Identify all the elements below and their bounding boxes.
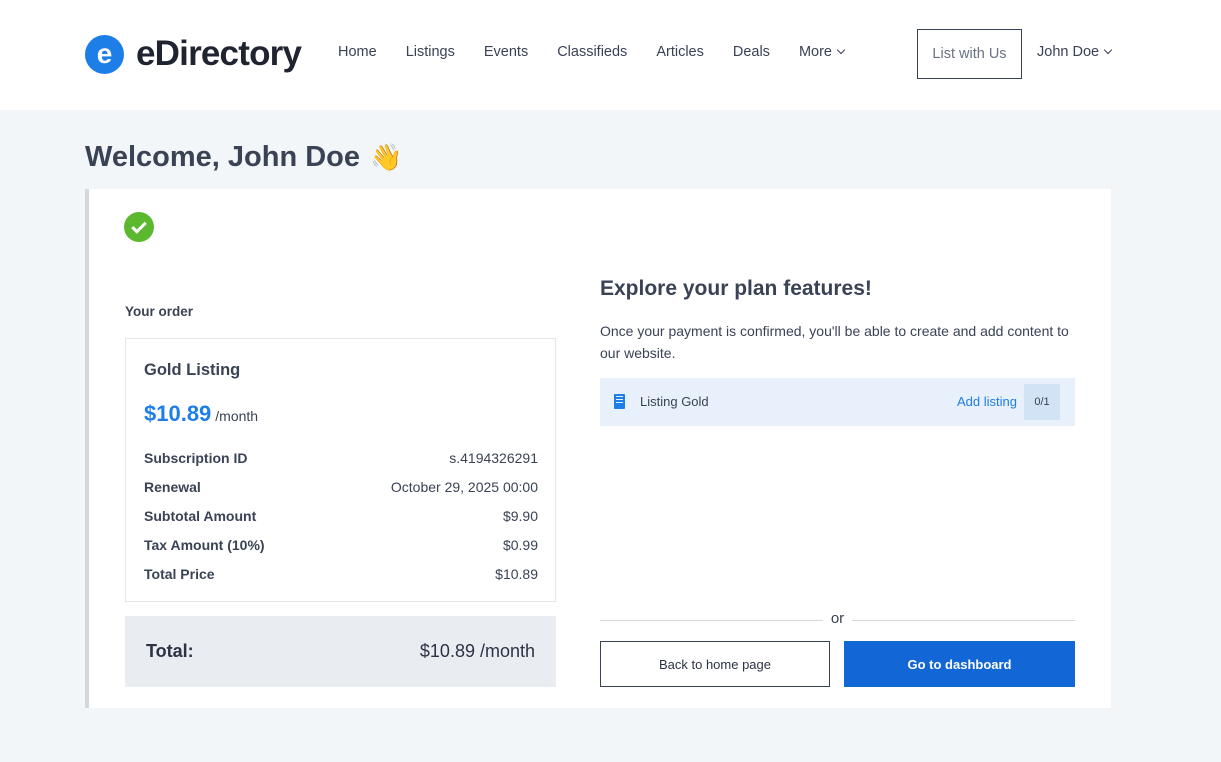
logo-text: eDirectory [136,34,302,73]
order-row-value: $0.99 [502,536,538,553]
order-row-label: Renewal [144,478,201,495]
order-row-tax: Tax Amount (10%) $0.99 [144,530,538,559]
waving-hand-icon: 👋 [370,142,403,172]
nav-item-home[interactable]: Home [338,44,377,60]
building-icon [614,394,625,409]
nav-item-deals[interactable]: Deals [733,44,770,60]
chevron-down-icon [1103,45,1113,55]
chevron-down-icon [836,45,846,55]
logo-icon: e [85,34,124,74]
plan-price-period: /month [215,408,259,424]
nav-more-label: More [798,44,832,60]
user-name: John Doe [1037,44,1100,60]
order-row-value: s.4194326291 [449,449,538,466]
site-logo[interactable]: e eDirectory [85,34,302,74]
plan-price-amount: $10.89 [144,401,212,426]
order-summary: Gold Listing $10.89 /month Subscription … [125,338,556,602]
check-circle-icon [124,212,154,242]
total-value: $10.89 /month [419,641,535,661]
main-nav: Home Listings Events Classifieds Article… [338,44,873,60]
plan-price: $10.89 /month [144,401,258,427]
explore-description: Once your payment is confirmed, you'll b… [600,323,1069,361]
your-order-label: Your order [125,304,194,319]
order-details: Subscription ID s.4194326291 Renewal Oct… [144,443,538,588]
nav-item-listings[interactable]: Listings [406,44,455,60]
order-total-bar: Total: $10.89 /month [125,616,556,687]
add-listing-link[interactable]: Add listing [957,394,1017,409]
feature-usage-count: 0/1 [1024,384,1060,420]
feature-name: Listing Gold [640,394,709,409]
nav-item-events[interactable]: Events [484,44,528,60]
plan-name: Gold Listing [144,361,241,379]
go-to-dashboard-button[interactable]: Go to dashboard [844,641,1075,687]
order-row-value: $10.89 [495,565,538,582]
order-row-subtotal: Subtotal Amount $9.90 [144,501,538,530]
nav-item-more[interactable]: More [798,44,846,60]
order-row-label: Subtotal Amount [144,507,257,524]
order-row-label: Total Price [144,565,215,582]
order-row-label: Subscription ID [144,449,248,466]
user-menu[interactable]: John Doe [1037,44,1113,60]
welcome-text: Welcome, John Doe [85,141,361,173]
order-row-label: Tax Amount (10%) [144,536,265,553]
page-title: Welcome, John Doe 👋 [85,141,402,174]
order-row-value: October 29, 2025 00:00 [390,478,538,495]
site-header: e eDirectory Home Listings Events Classi… [0,0,1221,110]
total-label: Total: [146,641,194,661]
plan-feature-item: Listing Gold Add listing 0/1 [600,378,1075,426]
nav-item-classifieds[interactable]: Classifieds [557,44,627,60]
list-with-us-button[interactable]: List with Us [917,29,1022,79]
nav-item-articles[interactable]: Articles [656,44,704,60]
order-row-renewal: Renewal October 29, 2025 00:00 [144,472,538,501]
or-separator: or [823,610,852,627]
explore-title: Explore your plan features! [600,277,872,300]
order-row-total-price: Total Price $10.89 [144,559,538,588]
order-row-value: $9.90 [502,507,538,524]
back-to-home-button[interactable]: Back to home page [600,641,830,687]
order-row-subscription-id: Subscription ID s.4194326291 [144,443,538,472]
